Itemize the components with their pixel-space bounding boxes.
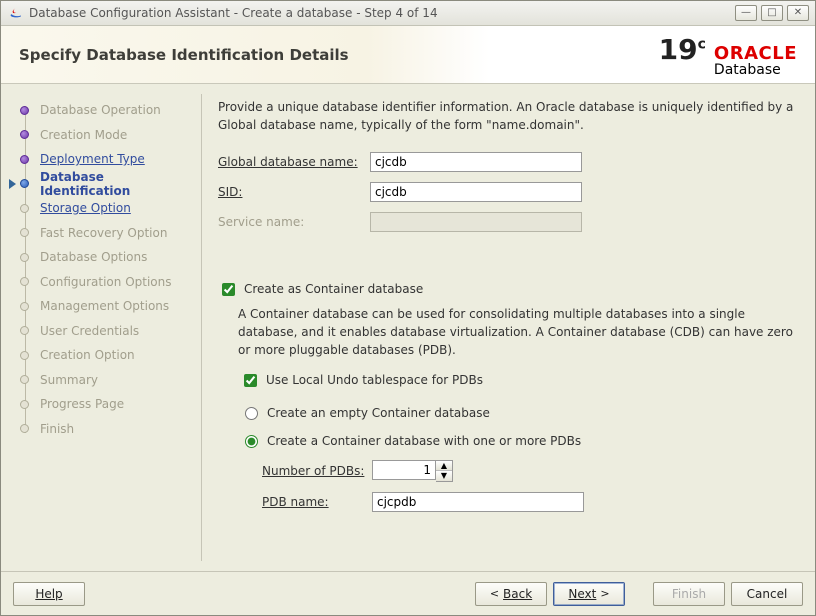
use-local-undo-label: Use Local Undo tablespace for PDBs — [266, 373, 483, 387]
next-button[interactable]: Next > — [553, 582, 625, 606]
step-label: Configuration Options — [40, 275, 172, 289]
global-db-input[interactable] — [370, 152, 582, 172]
service-name-input — [370, 212, 582, 232]
step-configuration-options: Configuration Options — [15, 270, 193, 295]
page-title: Specify Database Identification Details — [19, 46, 659, 64]
create-with-pdbs-radio[interactable] — [245, 435, 258, 448]
step-user-credentials: User Credentials — [15, 319, 193, 344]
step-label: Database Options — [40, 250, 147, 264]
create-empty-label: Create an empty Container database — [267, 406, 490, 420]
step-progress-page: Progress Page — [15, 392, 193, 417]
page-header: Specify Database Identification Details … — [1, 26, 815, 84]
step-label: Creation Mode — [40, 128, 127, 142]
content-area: Provide a unique database identifier inf… — [202, 84, 815, 571]
num-pdbs-input[interactable] — [372, 460, 436, 480]
intro-text: Provide a unique database identifier inf… — [218, 98, 799, 134]
window-title: Database Configuration Assistant - Creat… — [29, 6, 438, 20]
step-label: User Credentials — [40, 324, 139, 338]
finish-button: Finish — [653, 582, 725, 606]
step-list: Database Operation Creation Mode Deploymen… — [15, 98, 193, 441]
step-label: Management Options — [40, 299, 169, 313]
brand-oracle: ORACLE — [714, 45, 797, 63]
pdb-name-label: PDB name: — [262, 495, 372, 509]
num-pdbs-up-button[interactable]: ▲ — [436, 461, 452, 471]
help-button[interactable]: Help — [13, 582, 85, 606]
step-label: Database Identification — [40, 170, 193, 198]
create-with-pdbs-label: Create a Container database with one or … — [267, 434, 581, 448]
num-pdbs-down-button[interactable]: ▼ — [436, 471, 452, 481]
global-db-label: Global database name: — [218, 155, 370, 169]
brand-database: Database — [714, 63, 781, 77]
use-local-undo-checkbox[interactable] — [244, 374, 257, 387]
step-label: Summary — [40, 373, 98, 387]
step-fast-recovery-option: Fast Recovery Option — [15, 221, 193, 246]
step-storage-option[interactable]: Storage Option — [15, 196, 193, 221]
step-label: Creation Option — [40, 348, 135, 362]
step-label: Fast Recovery Option — [40, 226, 167, 240]
service-name-label: Service name: — [218, 215, 370, 229]
step-deployment-type[interactable]: Deployment Type — [15, 147, 193, 172]
footer: Help < Back Next > Finish Cancel — [1, 571, 815, 615]
container-desc: A Container database can be used for con… — [238, 305, 799, 359]
step-finish: Finish — [15, 417, 193, 442]
back-button[interactable]: < Back — [475, 582, 547, 606]
step-database-options: Database Options — [15, 245, 193, 270]
wizard-sidebar: Database Operation Creation Mode Deploymen… — [1, 84, 201, 571]
num-pdbs-label: Number of PDBs: — [262, 464, 372, 478]
step-management-options: Management Options — [15, 294, 193, 319]
step-creation-option: Creation Option — [15, 343, 193, 368]
brand: 19c ORACLE Database — [659, 33, 797, 77]
create-container-checkbox[interactable] — [222, 283, 235, 296]
body: Database Operation Creation Mode Deploymen… — [1, 84, 815, 571]
step-label: Finish — [40, 422, 74, 436]
sid-label: SID: — [218, 185, 370, 199]
step-database-operation: Database Operation — [15, 98, 193, 123]
sid-input[interactable] — [370, 182, 582, 202]
create-empty-radio[interactable] — [245, 407, 258, 420]
minimize-button[interactable]: — — [735, 5, 757, 21]
close-button[interactable]: ✕ — [787, 5, 809, 21]
step-label: Progress Page — [40, 397, 124, 411]
step-summary: Summary — [15, 368, 193, 393]
java-icon — [7, 5, 23, 21]
step-label: Deployment Type — [40, 152, 145, 166]
window-frame: Database Configuration Assistant - Creat… — [0, 0, 816, 616]
cancel-button[interactable]: Cancel — [731, 582, 803, 606]
step-creation-mode: Creation Mode — [15, 123, 193, 148]
maximize-button[interactable]: □ — [761, 5, 783, 21]
step-database-identification: Database Identification — [15, 172, 193, 197]
titlebar: Database Configuration Assistant - Creat… — [1, 1, 815, 26]
create-container-label: Create as Container database — [244, 282, 423, 296]
step-label: Storage Option — [40, 201, 131, 215]
step-label: Database Operation — [40, 103, 161, 117]
brand-version: 19c — [659, 33, 706, 66]
pdb-name-input[interactable] — [372, 492, 584, 512]
